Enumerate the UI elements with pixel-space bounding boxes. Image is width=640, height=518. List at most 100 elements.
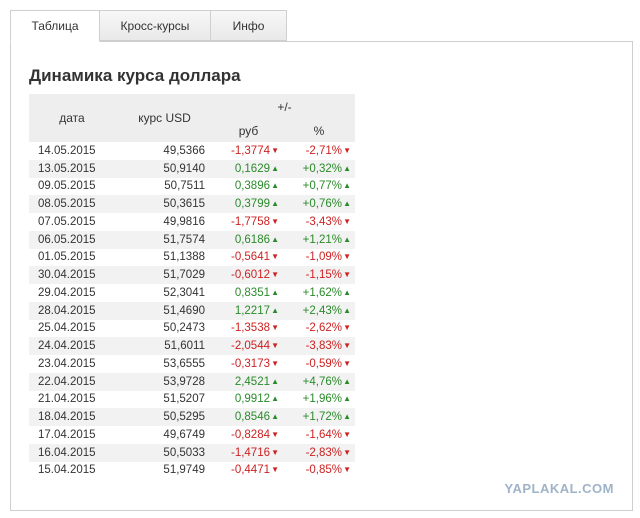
- cell-usd: 49,6749: [115, 426, 214, 444]
- triangle-down-icon: ▼: [271, 429, 279, 439]
- tab-table[interactable]: Таблица: [10, 10, 100, 42]
- table-row: 15.04.2015 51,9749 -0,4471▼ -0,85%▼: [29, 461, 355, 480]
- cell-date: 09.05.2015: [29, 177, 115, 196]
- triangle-down-icon: ▼: [343, 270, 351, 280]
- cell-rub: 0,8546▲: [214, 408, 283, 426]
- triangle-up-icon: ▲: [271, 234, 279, 244]
- cell-pct: +0,32%▲: [283, 159, 355, 178]
- cell-date: 28.04.2015: [29, 301, 115, 320]
- cell-usd: 52,3041: [115, 284, 214, 302]
- triangle-down-icon: ▼: [271, 270, 279, 280]
- rub-value: -1,3538: [230, 322, 270, 335]
- rub-value: 0,8546: [234, 411, 270, 424]
- rub-value: 0,1629: [234, 162, 270, 175]
- triangle-down-icon: ▼: [271, 447, 279, 457]
- cell-rub: -1,3538▼: [214, 319, 283, 338]
- triangle-up-icon: ▲: [271, 181, 279, 191]
- triangle-up-icon: ▲: [343, 376, 351, 386]
- cell-usd: 49,9816: [115, 213, 214, 231]
- triangle-up-icon: ▲: [343, 181, 351, 191]
- triangle-down-icon: ▼: [343, 252, 351, 262]
- pct-value: -0,85%: [305, 464, 342, 477]
- pct-value: +0,32%: [302, 162, 342, 175]
- page-title: Динамика курса доллара: [29, 66, 241, 85]
- cell-date: 24.04.2015: [29, 337, 115, 355]
- cell-pct: +1,21%▲: [283, 230, 355, 249]
- rub-value: -0,6012: [230, 269, 270, 282]
- triangle-up-icon: ▲: [343, 199, 351, 209]
- table-row: 17.04.2015 49,6749 -0,8284▼ -1,64%▼: [29, 426, 355, 444]
- cell-date: 01.05.2015: [29, 248, 115, 267]
- cell-usd: 50,3615: [115, 195, 214, 213]
- pct-value: +1,21%: [302, 233, 342, 246]
- cell-usd: 49,5366: [115, 142, 214, 160]
- cell-rub: -1,4716▼: [214, 443, 283, 462]
- cell-usd: 51,1388: [115, 248, 214, 267]
- pct-value: -1,64%: [305, 428, 342, 441]
- rub-value: -0,5641: [230, 251, 270, 264]
- table-row: 16.04.2015 50,5033 -1,4716▼ -2,83%▼: [29, 443, 355, 462]
- triangle-down-icon: ▼: [271, 465, 279, 475]
- pct-value: +2,43%: [302, 304, 342, 317]
- cell-date: 08.05.2015: [29, 195, 115, 213]
- triangle-up-icon: ▲: [271, 199, 279, 209]
- cell-rub: 0,6186▲: [214, 230, 283, 249]
- table-row: 30.04.2015 51,7029 -0,6012▼ -1,15%▼: [29, 266, 355, 284]
- header-pct: %: [283, 119, 355, 142]
- pct-value: -2,71%: [305, 144, 342, 157]
- cell-rub: 2,4521▲: [214, 372, 283, 391]
- triangle-up-icon: ▲: [271, 163, 279, 173]
- cell-pct: -2,83%▼: [283, 443, 355, 462]
- triangle-down-icon: ▼: [343, 323, 351, 333]
- cell-date: 25.04.2015: [29, 319, 115, 338]
- rub-value: 0,8351: [234, 286, 270, 299]
- cell-rub: 0,9912▲: [214, 390, 283, 409]
- table-row: 18.04.2015 50,5295 0,8546▲ +1,72%▲: [29, 408, 355, 426]
- cell-usd: 53,6555: [115, 355, 214, 373]
- rub-value: 0,6186: [234, 233, 270, 246]
- cell-rub: 0,3799▲: [214, 195, 283, 213]
- triangle-down-icon: ▼: [343, 465, 351, 475]
- table-row: 23.04.2015 53,6555 -0,3173▼ -0,59%▼: [29, 355, 355, 373]
- triangle-down-icon: ▼: [271, 145, 279, 155]
- cell-pct: +2,43%▲: [283, 301, 355, 320]
- table-row: 24.04.2015 51,6011 -2,0544▼ -3,83%▼: [29, 337, 355, 355]
- tab-cross-rates[interactable]: Кросс-курсы: [100, 10, 211, 41]
- rub-value: 2,4521: [234, 375, 270, 388]
- triangle-up-icon: ▲: [343, 394, 351, 404]
- table-row: 21.04.2015 51,5207 0,9912▲ +1,96%▲: [29, 390, 355, 409]
- rates-table: дата курс USD +/- руб % 14.05.2015 49,536…: [29, 94, 355, 480]
- cell-date: 06.05.2015: [29, 230, 115, 249]
- cell-rub: 0,1629▲: [214, 159, 283, 178]
- rub-value: 0,3896: [234, 180, 270, 193]
- cell-usd: 51,9749: [115, 461, 214, 480]
- cell-usd: 50,5033: [115, 443, 214, 462]
- cell-rub: -0,5641▼: [214, 248, 283, 267]
- pct-value: +0,76%: [302, 198, 342, 211]
- triangle-up-icon: ▲: [343, 287, 351, 297]
- triangle-up-icon: ▲: [343, 305, 351, 315]
- table-row: 09.05.2015 50,7511 0,3896▲ +0,77%▲: [29, 177, 355, 196]
- cell-pct: -1,64%▼: [283, 426, 355, 444]
- cell-rub: 0,3896▲: [214, 177, 283, 196]
- tab-info[interactable]: Инфо: [211, 10, 287, 41]
- triangle-down-icon: ▼: [271, 216, 279, 226]
- cell-pct: +1,62%▲: [283, 284, 355, 302]
- header-date: дата: [29, 94, 115, 142]
- cell-date: 23.04.2015: [29, 355, 115, 373]
- table-row: 29.04.2015 52,3041 0,8351▲ +1,62%▲: [29, 284, 355, 302]
- cell-rub: -2,0544▼: [214, 337, 283, 355]
- rub-value: -2,0544: [230, 340, 270, 353]
- cell-pct: -3,43%▼: [283, 213, 355, 231]
- cell-usd: 51,5207: [115, 390, 214, 409]
- cell-date: 16.04.2015: [29, 443, 115, 462]
- rub-value: -0,4471: [230, 464, 270, 477]
- rub-value: -1,7758: [230, 215, 270, 228]
- cell-usd: 51,7029: [115, 266, 214, 284]
- cell-rub: -0,8284▼: [214, 426, 283, 444]
- pct-value: -1,15%: [305, 269, 342, 282]
- rub-value: -1,4716: [230, 446, 270, 459]
- cell-date: 14.05.2015: [29, 142, 115, 160]
- cell-pct: +1,96%▲: [283, 390, 355, 409]
- cell-pct: -1,15%▼: [283, 266, 355, 284]
